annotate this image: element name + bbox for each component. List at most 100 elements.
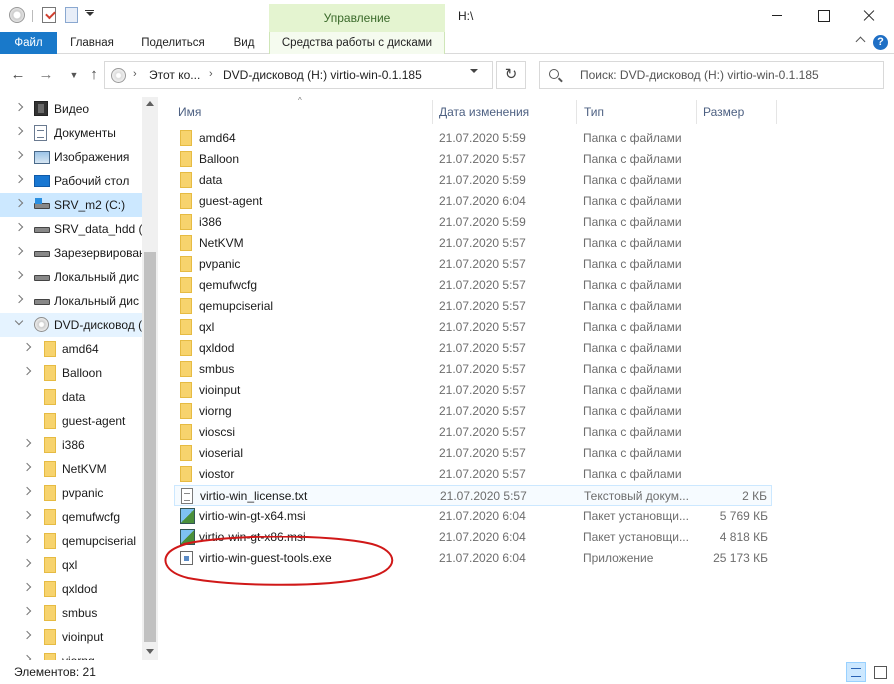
file-row[interactable]: guest-agent 21.07.2020 6:04 Папка с файлам… xyxy=(174,191,772,212)
nav-item[interactable]: Рабочий стол xyxy=(0,169,142,193)
nav-item[interactable]: qxldod xyxy=(0,577,142,601)
chevron-right-icon[interactable] xyxy=(24,608,31,615)
nav-item[interactable]: Локальный дис xyxy=(0,289,142,313)
address-bar[interactable]: › Этот ко... › DVD-дисковод (H:) virtio-… xyxy=(104,61,493,89)
chevron-right-icon[interactable] xyxy=(24,368,31,375)
minimize-button[interactable] xyxy=(754,0,800,32)
breadcrumb-separator-icon[interactable]: › xyxy=(209,68,213,80)
column-header-name[interactable]: ^ Имя xyxy=(170,97,433,124)
nav-item[interactable]: Видео xyxy=(0,97,142,121)
nav-item[interactable]: qxl xyxy=(0,553,142,577)
nav-item[interactable]: qemufwcfg xyxy=(0,505,142,529)
column-header-size[interactable]: Размер xyxy=(697,100,777,124)
maximize-button[interactable] xyxy=(800,0,846,32)
breadcrumb-separator-icon[interactable]: › xyxy=(133,68,137,80)
chevron-right-icon[interactable] xyxy=(24,512,31,519)
nav-item[interactable]: qemupciserial xyxy=(0,529,142,553)
nav-item[interactable]: SRV_m2 (C:) xyxy=(0,193,142,217)
nav-item[interactable]: smbus xyxy=(0,601,142,625)
scroll-down-arrow-icon[interactable] xyxy=(146,649,154,654)
file-row[interactable]: amd64 21.07.2020 5:59 Папка с файлами xyxy=(174,128,772,149)
file-row[interactable]: vioscsi 21.07.2020 5:57 Папка с файлами xyxy=(174,422,772,443)
nav-item[interactable]: amd64 xyxy=(0,337,142,361)
chevron-right-icon[interactable] xyxy=(24,440,31,447)
customize-quick-access-dropdown[interactable] xyxy=(86,12,94,16)
file-row[interactable]: virtio-win-gt-x64.msi 21.07.2020 6:04 Паке… xyxy=(174,506,772,527)
chevron-down-icon[interactable] xyxy=(16,320,23,327)
breadcrumb-dvd-drive[interactable]: DVD-дисковод (H:) virtio-win-0.1.185 xyxy=(223,68,422,82)
file-row[interactable]: qemupciserial 21.07.2020 5:57 Папка с файл… xyxy=(174,296,772,317)
file-row[interactable]: NetKVM 21.07.2020 5:57 Папка с файлами xyxy=(174,233,772,254)
nav-item[interactable]: i386 xyxy=(0,433,142,457)
tab-disk-tools[interactable]: Средства работы с дисками xyxy=(269,32,445,54)
recent-locations-chevron-icon[interactable]: ▼ xyxy=(64,66,84,84)
chevron-right-icon[interactable] xyxy=(16,272,23,279)
close-button[interactable] xyxy=(846,0,892,32)
navigation-pane-scrollbar[interactable] xyxy=(142,97,158,660)
address-history-dropdown-icon[interactable] xyxy=(470,69,478,73)
expand-ribbon-chevron-icon[interactable] xyxy=(856,37,866,47)
file-row[interactable]: vioinput 21.07.2020 5:57 Папка с файлами xyxy=(174,380,772,401)
file-row[interactable]: viorng 21.07.2020 5:57 Папка с файлами xyxy=(174,401,772,422)
nav-item[interactable]: DVD-дисковод ( xyxy=(0,313,142,337)
file-row[interactable]: virtio-win-guest-tools.exe 21.07.2020 6:0… xyxy=(174,548,772,569)
nav-item[interactable]: data xyxy=(0,385,142,409)
back-arrow-icon[interactable]: ← xyxy=(8,66,28,84)
file-row[interactable]: virtio-win-gt-x86.msi 21.07.2020 6:04 Паке… xyxy=(174,527,772,548)
nav-item[interactable]: Изображения xyxy=(0,145,142,169)
nav-item[interactable]: Balloon xyxy=(0,361,142,385)
nav-item[interactable]: pvpanic xyxy=(0,481,142,505)
chevron-right-icon[interactable] xyxy=(24,632,31,639)
nav-item[interactable]: Зарезервирован xyxy=(0,241,146,265)
tab-file[interactable]: Файл xyxy=(0,32,57,54)
scroll-up-arrow-icon[interactable] xyxy=(146,101,154,106)
help-icon[interactable]: ? xyxy=(873,35,888,50)
file-row[interactable]: i386 21.07.2020 5:59 Папка с файлами xyxy=(174,212,772,233)
file-row[interactable]: data 21.07.2020 5:59 Папка с файлами xyxy=(174,170,772,191)
file-row[interactable]: virtio-win_license.txt 21.07.2020 5:57 Тек… xyxy=(174,485,772,506)
chevron-right-icon[interactable] xyxy=(24,584,31,591)
file-row[interactable]: pvpanic 21.07.2020 5:57 Папка с файлами xyxy=(174,254,772,275)
nav-item[interactable]: Локальный дис xyxy=(0,265,142,289)
chevron-right-icon[interactable] xyxy=(24,488,31,495)
chevron-right-icon[interactable] xyxy=(16,224,23,231)
nav-item[interactable]: viorng xyxy=(0,649,142,660)
chevron-right-icon[interactable] xyxy=(16,296,23,303)
file-row[interactable]: qemufwcfg 21.07.2020 5:57 Папка с файлами xyxy=(174,275,772,296)
nav-item[interactable]: NetKVM xyxy=(0,457,142,481)
chevron-right-icon[interactable] xyxy=(16,176,23,183)
tab-view[interactable]: Вид xyxy=(219,32,269,54)
file-row[interactable]: qxldod 21.07.2020 5:57 Папка с файлами xyxy=(174,338,772,359)
up-arrow-icon[interactable]: ↑ xyxy=(84,66,104,84)
large-icons-view-icon[interactable] xyxy=(870,662,890,682)
chevron-right-icon[interactable] xyxy=(24,464,31,471)
file-row[interactable]: smbus 21.07.2020 5:57 Папка с файлами xyxy=(174,359,772,380)
column-header-date[interactable]: Дата изменения xyxy=(433,100,577,124)
new-folder-icon[interactable] xyxy=(65,7,78,23)
chevron-right-icon[interactable] xyxy=(24,344,31,351)
file-row[interactable]: qxl 21.07.2020 5:57 Папка с файлами xyxy=(174,317,772,338)
chevron-right-icon[interactable] xyxy=(16,104,23,111)
chevron-right-icon[interactable] xyxy=(16,248,23,255)
refresh-button[interactable]: ↻ xyxy=(496,61,526,89)
column-header-type[interactable]: Тип xyxy=(577,100,697,124)
tab-share[interactable]: Поделиться xyxy=(127,32,219,54)
tab-home[interactable]: Главная xyxy=(57,32,127,54)
chevron-right-icon[interactable] xyxy=(24,536,31,543)
details-view-icon[interactable] xyxy=(846,662,866,682)
chevron-right-icon[interactable] xyxy=(24,560,31,567)
nav-item[interactable]: guest-agent xyxy=(0,409,142,433)
scrollbar-thumb[interactable] xyxy=(144,252,156,642)
nav-item[interactable]: Документы xyxy=(0,121,142,145)
chevron-right-icon[interactable] xyxy=(16,128,23,135)
forward-arrow-icon[interactable]: → xyxy=(36,66,56,84)
nav-item[interactable]: vioinput xyxy=(0,625,142,649)
file-row[interactable]: viostor 21.07.2020 5:57 Папка с файлами xyxy=(174,464,772,485)
chevron-right-icon[interactable] xyxy=(16,152,23,159)
search-input[interactable]: Поиск: DVD-дисковод (H:) virtio-win-0.1.… xyxy=(539,61,884,89)
file-row[interactable]: Balloon 21.07.2020 5:57 Папка с файлами xyxy=(174,149,772,170)
properties-icon[interactable] xyxy=(42,7,56,23)
breadcrumb-this-pc[interactable]: Этот ко... xyxy=(149,68,200,82)
file-row[interactable]: vioserial 21.07.2020 5:57 Папка с файлами xyxy=(174,443,772,464)
nav-item[interactable]: SRV_data_hdd (D xyxy=(0,217,151,241)
